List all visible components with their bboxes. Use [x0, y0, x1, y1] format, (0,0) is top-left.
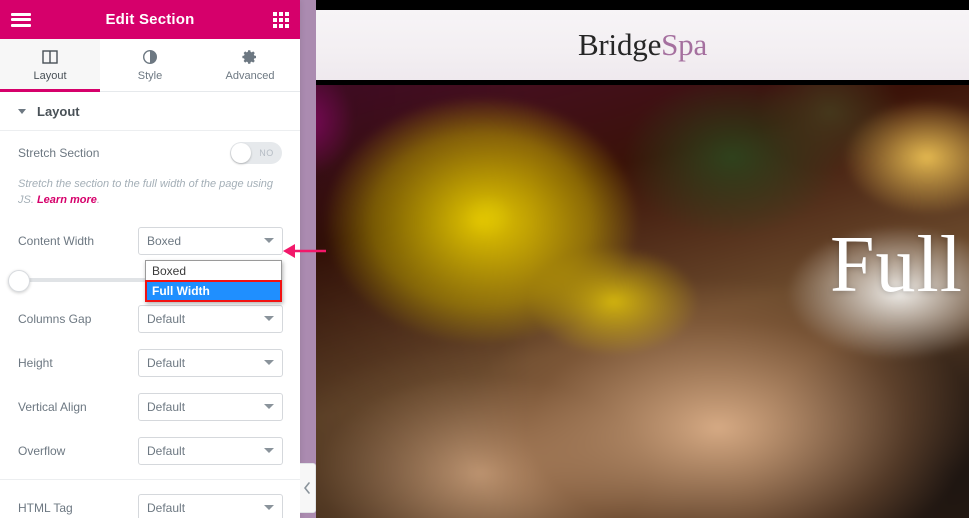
chevron-left-icon	[304, 482, 310, 494]
toggle-knob	[231, 143, 251, 163]
control-stretch-section: Stretch Section NO	[0, 131, 300, 175]
hero-heading: Full	[830, 221, 963, 309]
control-content-width: Content Width Boxed	[0, 219, 300, 263]
columns-icon	[42, 49, 58, 65]
chevron-down-icon	[264, 238, 274, 244]
control-columns-gap: Columns Gap Default	[0, 297, 300, 341]
tab-advanced[interactable]: Advanced	[200, 39, 300, 91]
site-logo[interactable]: BridgeSpa	[578, 27, 707, 63]
columns-gap-label: Columns Gap	[18, 311, 92, 326]
grid-apps-icon[interactable]	[273, 11, 289, 28]
tab-advanced-label: Advanced	[225, 69, 275, 82]
tab-style-label: Style	[137, 69, 163, 82]
content-width-label: Content Width	[18, 233, 95, 248]
logo-part-1: Bridge	[577, 27, 662, 62]
content-width-dropdown-list[interactable]: Boxed Full Width	[145, 260, 282, 302]
control-overflow: Overflow Default	[0, 429, 300, 473]
overflow-label: Overflow	[18, 443, 66, 458]
panel-collapse-handle[interactable]	[300, 463, 316, 513]
learn-more-link[interactable]: Learn more	[37, 194, 97, 206]
stretch-section-toggle-value: NO	[259, 148, 274, 158]
section-divider	[0, 478, 300, 480]
stretch-section-description: Stretch the section to the full width of…	[0, 175, 300, 219]
stretch-description-period: .	[96, 193, 100, 206]
vertical-align-select[interactable]: Default	[138, 392, 283, 421]
hamburger-icon[interactable]	[11, 12, 31, 27]
panel-tabs: Layout Style Advanced	[0, 39, 300, 92]
chevron-down-icon	[264, 404, 274, 410]
chevron-down-icon	[264, 505, 274, 511]
stretch-section-label: Stretch Section	[18, 146, 100, 160]
control-height: Height Default	[0, 341, 300, 385]
html-tag-select[interactable]: Default	[138, 493, 283, 518]
page-title: Edit Section	[105, 11, 195, 28]
layout-section-title: Layout	[37, 103, 80, 119]
height-label: Height	[18, 355, 53, 370]
content-width-select[interactable]: Boxed	[138, 226, 283, 255]
overflow-select[interactable]: Default	[138, 436, 283, 465]
vertical-align-value: Default	[147, 399, 186, 414]
html-tag-value: Default	[147, 500, 186, 515]
height-select[interactable]: Default	[138, 348, 283, 377]
panel-header: Edit Section	[0, 0, 300, 39]
chevron-down-icon	[264, 360, 274, 366]
caret-down-icon	[18, 108, 26, 114]
html-tag-label: HTML Tag	[18, 500, 73, 515]
logo-part-2: Spa	[661, 27, 708, 62]
content-width-value: Boxed	[147, 233, 182, 248]
columns-gap-select[interactable]: Default	[138, 304, 283, 333]
control-html-tag: HTML Tag Default	[0, 486, 300, 518]
chevron-down-icon	[264, 316, 274, 322]
hero-section[interactable]: Full	[300, 85, 969, 518]
edit-section-panel: Edit Section Layout Style Advanced Layou…	[0, 0, 300, 518]
annotation-arrow	[283, 244, 326, 258]
site-preview: BridgeSpa Full	[300, 0, 969, 518]
tab-style[interactable]: Style	[100, 39, 200, 91]
contrast-icon	[142, 49, 158, 65]
dropdown-option-full-width[interactable]: Full Width	[145, 280, 282, 302]
panel-body: Layout Stretch Section NO Stretch the se…	[0, 92, 300, 518]
slider-handle[interactable]	[8, 269, 30, 292]
columns-gap-value: Default	[147, 311, 186, 326]
dropdown-option-boxed[interactable]: Boxed	[146, 261, 281, 281]
layout-section-header[interactable]: Layout	[0, 92, 300, 131]
overflow-value: Default	[147, 443, 186, 458]
site-header: BridgeSpa	[316, 10, 969, 80]
tab-layout-label: Layout	[33, 69, 67, 82]
gear-icon	[242, 49, 258, 65]
vertical-align-label: Vertical Align	[18, 399, 87, 414]
stretch-section-toggle[interactable]: NO	[230, 142, 282, 164]
chevron-down-icon	[264, 448, 274, 454]
control-vertical-align: Vertical Align Default	[0, 385, 300, 429]
height-value: Default	[147, 355, 186, 370]
tab-layout[interactable]: Layout	[0, 39, 100, 92]
elementor-editor-screen: Edit Section Layout Style Advanced Layou…	[0, 0, 969, 518]
